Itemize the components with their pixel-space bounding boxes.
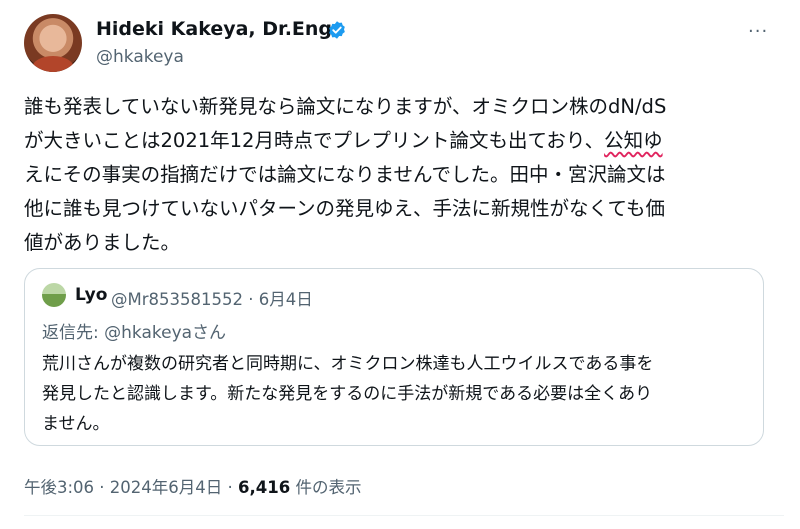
tweet-line: えにその事実の指摘だけでは論文になりませんでした。田中・宮沢論文は (24, 163, 666, 186)
more-options-icon[interactable]: ··· (748, 21, 768, 42)
views-label: 件の表示 (290, 478, 362, 497)
views-count: 6,416 (238, 478, 291, 497)
quoted-author-meta: @Mr853581552 · 6月4日 (111, 290, 313, 309)
tweet-line: 誰も発表していない新発見なら論文になりますが、オミクロン株のdN/dS (24, 95, 667, 118)
spellcheck-underlined-text: 公知ゆ (604, 129, 663, 152)
tweet-timestamp-views: 午後3:06 · 2024年6月4日 · 6,416 件の表示 (24, 474, 361, 498)
tweet-line: 値がありました。 (24, 231, 181, 254)
quoted-tweet-text: 荒川さんが複数の研究者と同時期に、オミクロン株達も人工ウイルスである事を 発見し… (42, 349, 653, 439)
author-avatar[interactable] (24, 14, 82, 72)
verified-badge-icon (329, 21, 345, 39)
quoted-line: 荒川さんが複数の研究者と同時期に、オミクロン株達も人工ウイルスである事を (42, 354, 654, 374)
tweet-timestamp[interactable]: 午後3:06 · 2024年6月4日 · (24, 478, 238, 497)
reply-to-line: 返信先: @hkakeyaさん (42, 318, 226, 343)
quoted-author-name[interactable]: Lyo (75, 285, 107, 305)
quoted-line: 発見したと認識します。新たな発見をするのに手法が新規である必要は全くあり (42, 384, 653, 404)
tweet-line: 他に誰も見つけていないパターンの発見ゆえ、手法に新規性がなくても価 (24, 197, 665, 220)
tweet-line-text: が大きいことは2021年12月時点でプレプリント論文も出ており、 (24, 129, 605, 152)
quoted-author-avatar[interactable] (42, 283, 66, 307)
tweet-line: が大きいことは2021年12月時点でプレプリント論文も出ており、公知ゆ (24, 124, 784, 158)
reply-to-handle[interactable]: @hkakeyaさん (104, 323, 226, 343)
author-name[interactable]: Hideki Kakeya, Dr.Eng. (96, 18, 339, 40)
tweet-text: 誰も発表していない新発見なら論文になりますが、オミクロン株のdN/dS が大きい… (24, 90, 784, 260)
reply-prefix: 返信先: (42, 323, 105, 343)
quoted-tweet-card[interactable]: Lyo @Mr853581552 · 6月4日 返信先: @hkakeyaさん … (24, 268, 764, 446)
quoted-line: ません。 (42, 414, 110, 434)
author-handle[interactable]: @hkakeya (96, 47, 184, 67)
divider (24, 515, 784, 516)
